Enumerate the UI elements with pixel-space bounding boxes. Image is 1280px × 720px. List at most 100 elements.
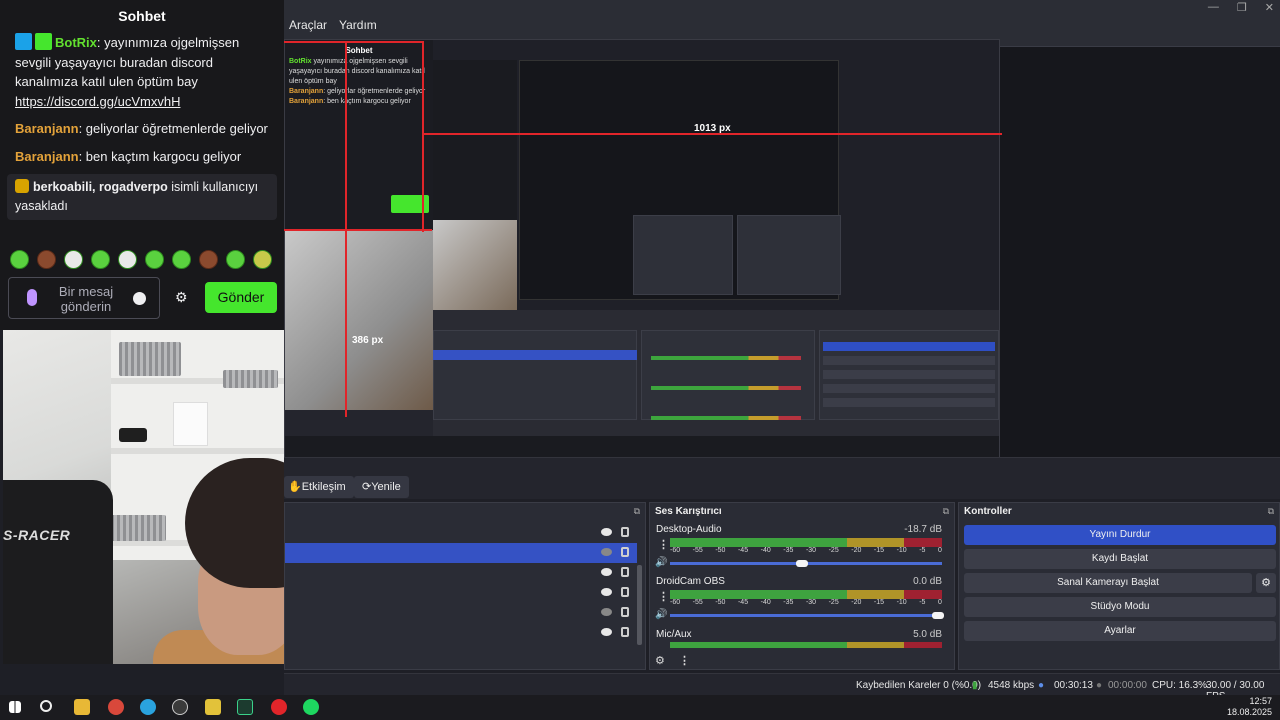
obs-status-bar: Kaybedilen Kareler 0 (%0.0) ▮ 4548 kbps …	[284, 673, 1280, 702]
emote-icon[interactable]	[226, 250, 245, 269]
chat-username[interactable]: Baranjann	[15, 121, 79, 136]
nested-taskbar	[285, 436, 999, 458]
chat-message-input[interactable]: Bir mesaj gönderin	[8, 277, 160, 319]
channel-menu-icon[interactable]: ⋮	[658, 538, 669, 551]
start-recording-button[interactable]: Kaydı Başlat	[964, 549, 1276, 569]
minimize-icon[interactable]: —	[1208, 1, 1219, 14]
lock-icon[interactable]	[621, 587, 629, 597]
studio-mode-button[interactable]: Stüdyo Modu	[964, 597, 1276, 617]
chat-input-placeholder: Bir mesaj gönderin	[58, 284, 114, 314]
windows-taskbar: 12:57 18.08.2025	[0, 695, 1280, 720]
chat-message: BotRix: yayınımıza ojgelmişsen sevgili y…	[15, 33, 269, 111]
chat-settings-gear-icon[interactable]: ⚙	[175, 289, 188, 306]
source-row[interactable]	[285, 523, 637, 543]
nested-inner-mixer	[633, 215, 733, 295]
white-box	[173, 402, 208, 446]
speaker-icon[interactable]: 🔊	[655, 609, 667, 620]
menu-tools[interactable]: Araçlar	[289, 18, 327, 32]
storage-basket	[223, 370, 278, 388]
source-row[interactable]	[285, 583, 637, 603]
lock-icon[interactable]	[621, 567, 629, 577]
emote-icon[interactable]	[91, 250, 110, 269]
meter-tick-label: -55	[692, 547, 703, 554]
volume-slider[interactable]	[670, 614, 942, 617]
audio-mixer-dock: Ses Karıştırıcı ⧉ Desktop-Audio -18.7 dB…	[649, 502, 955, 670]
maximize-icon[interactable]: ❐	[1237, 1, 1247, 14]
chat-title: Sohbet	[118, 8, 166, 24]
visibility-eye-off-icon[interactable]	[601, 548, 612, 556]
visibility-eye-icon[interactable]	[601, 628, 612, 636]
emote-icon[interactable]	[145, 250, 164, 269]
taskbar-clock[interactable]: 12:57 18.08.2025	[1227, 696, 1272, 718]
settings-button[interactable]: Ayarlar	[964, 621, 1276, 641]
meter-tick-label: -35	[783, 547, 794, 554]
meter-tick-label: -40	[760, 599, 771, 606]
audition-icon[interactable]	[237, 699, 253, 715]
virtual-camera-settings-gear-icon[interactable]: ⚙	[1256, 573, 1276, 593]
interact-label: Etkileşim	[301, 481, 346, 493]
mixer-channel-name: Mic/Aux	[656, 629, 692, 640]
start-virtual-camera-button[interactable]: Sanal Kamerayı Başlat	[964, 573, 1252, 593]
emote-icon[interactable]	[253, 250, 272, 269]
app-icon[interactable]	[205, 699, 221, 715]
emote-icon[interactable]	[37, 250, 56, 269]
visibility-eye-icon[interactable]	[601, 528, 612, 536]
visibility-eye-icon[interactable]	[601, 568, 612, 576]
undock-icon[interactable]: ⧉	[943, 506, 949, 517]
obs-icon[interactable]	[172, 699, 188, 715]
lock-icon[interactable]	[621, 547, 629, 557]
close-icon[interactable]: ✕	[1265, 1, 1274, 14]
speaker-icon[interactable]: 🔊	[655, 557, 667, 568]
mixer-settings-gear-icon[interactable]: ⚙	[655, 654, 665, 667]
meter-tick-label: 0	[937, 547, 942, 554]
lock-icon[interactable]	[621, 527, 629, 537]
microphone-icon[interactable]	[27, 289, 37, 306]
record-icon: ●	[1096, 680, 1103, 691]
chat-text: : geliyorlar öğretmenlerde geliyor	[78, 121, 268, 136]
chat-link[interactable]: https://discord.gg/ucVmxvhH	[15, 92, 269, 112]
undock-icon[interactable]: ⧉	[634, 506, 640, 517]
opera-icon[interactable]	[271, 699, 287, 715]
signal-icon: ▮	[972, 680, 978, 691]
chat-username[interactable]: BotRix	[55, 35, 97, 50]
emote-icon[interactable]	[172, 250, 191, 269]
visibility-eye-icon[interactable]	[601, 588, 612, 596]
windows-start-icon[interactable]	[9, 701, 21, 713]
volume-slider-knob[interactable]	[932, 612, 944, 619]
refresh-button[interactable]: ⟳Yenile	[354, 476, 409, 498]
volume-meter	[670, 590, 942, 599]
ban-notice: berkoabili, rogadverpo isimli kullanıcıy…	[7, 174, 277, 220]
emote-icon[interactable]	[199, 250, 218, 269]
chat-send-button[interactable]: Gönder	[205, 282, 277, 313]
visibility-eye-off-icon[interactable]	[601, 608, 612, 616]
search-icon[interactable]	[40, 700, 52, 712]
emoji-icon[interactable]	[133, 292, 146, 305]
volume-slider-knob[interactable]	[796, 560, 808, 567]
spotify-icon[interactable]	[303, 699, 319, 715]
emote-icon[interactable]	[118, 250, 137, 269]
chrome-icon[interactable]	[108, 699, 124, 715]
taskbar-time: 12:57	[1249, 696, 1272, 706]
stop-streaming-button[interactable]: Yayını Durdur	[964, 525, 1276, 545]
sources-scrollbar[interactable]	[637, 565, 642, 645]
meter-tick-label: -30	[805, 547, 817, 554]
interact-button[interactable]: ✋Etkileşim	[284, 476, 354, 498]
lock-icon[interactable]	[621, 627, 629, 637]
nested-meter-2	[651, 386, 801, 390]
undock-icon[interactable]: ⧉	[1268, 506, 1274, 517]
lock-icon[interactable]	[621, 607, 629, 617]
file-explorer-icon[interactable]	[74, 699, 90, 715]
menu-help[interactable]: Yardım	[339, 18, 377, 32]
channel-menu-icon[interactable]: ⋮	[658, 590, 669, 603]
source-row-selected[interactable]	[285, 543, 637, 563]
emote-icon[interactable]	[10, 250, 29, 269]
chat-username[interactable]: Baranjann	[15, 149, 79, 164]
obs-preview[interactable]: Sohbet BotRix yayınımıza ojgelmişsen sev…	[284, 39, 1280, 499]
emote-icon[interactable]	[64, 250, 83, 269]
nested-inner-obs	[433, 40, 999, 310]
source-row[interactable]	[285, 623, 637, 643]
telegram-icon[interactable]	[140, 699, 156, 715]
mixer-menu-icon[interactable]: ⋮	[679, 654, 690, 667]
source-row[interactable]	[285, 603, 637, 623]
source-row[interactable]	[285, 563, 637, 583]
